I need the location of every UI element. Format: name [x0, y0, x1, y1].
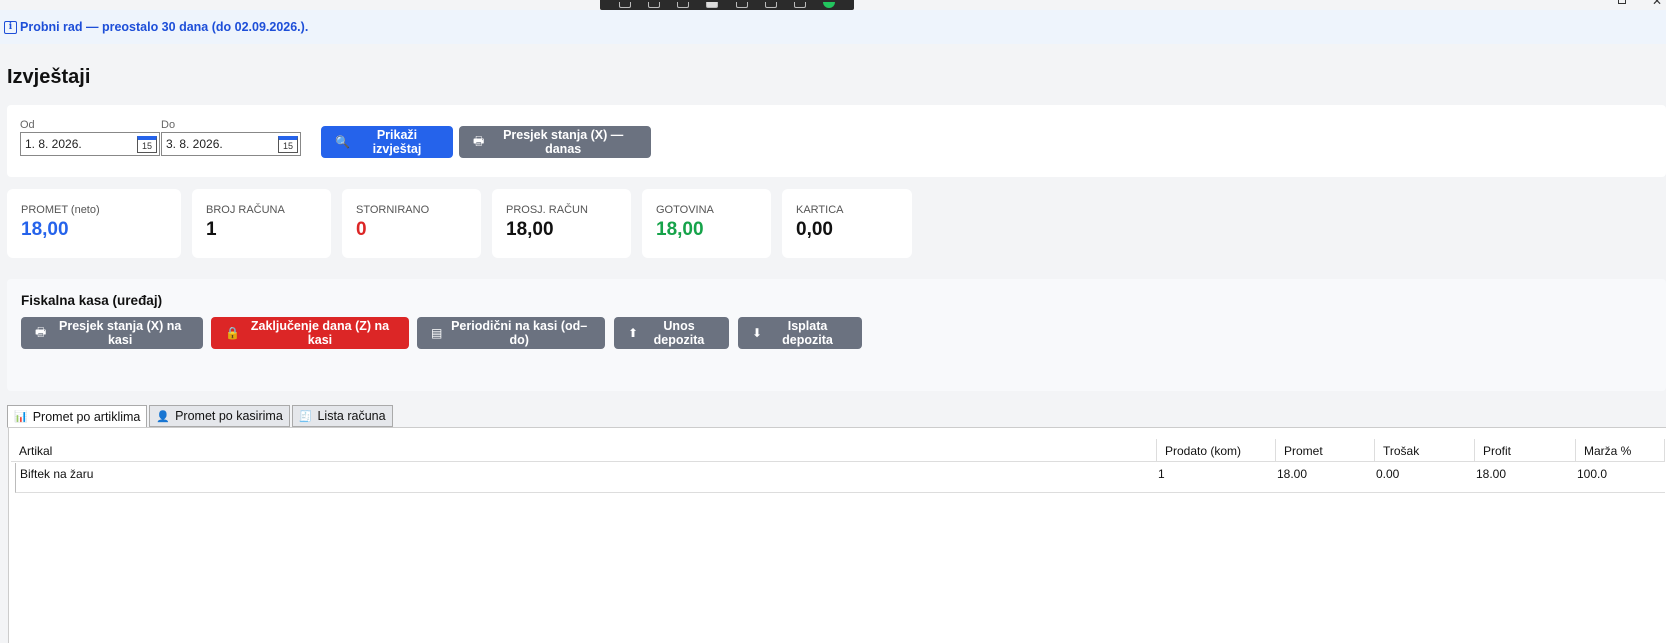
deposit-out-button[interactable]: ⬇ Isplata depozita: [738, 317, 862, 349]
capture-tool-icon[interactable]: [647, 2, 660, 8]
stat-value: 18,00: [656, 219, 704, 240]
column-header-prodato[interactable]: Prodato (kom): [1157, 439, 1276, 462]
stat-label: KARTICA: [796, 204, 844, 216]
arrow-up-icon: ⬆: [628, 326, 639, 340]
capture-tool-icon[interactable]: [735, 2, 748, 8]
periodic-report-device-button[interactable]: ▤ Periodični na kasi (od–do): [417, 317, 605, 349]
deposit-in-button[interactable]: ⬆ Unos depozita: [614, 317, 729, 349]
column-header-artikal[interactable]: Artikal: [11, 439, 1157, 462]
x-report-today-label: Presjek stanja (X) — danas: [503, 128, 624, 156]
window-restore-icon[interactable]: [1618, 0, 1626, 4]
cell-promet: 18.00: [1277, 467, 1308, 481]
cell-trosak: 0.00: [1376, 467, 1400, 481]
z-report-device-button[interactable]: 🔒 Zaključenje dana (Z) na kasi: [211, 317, 409, 349]
window-close-icon[interactable]: ✕: [1652, 0, 1662, 8]
stat-label: GOTOVINA: [656, 204, 714, 216]
trial-banner: i Probni rad — preostalo 30 dana (do 02.…: [0, 10, 1666, 44]
tab-promet-po-kasirima[interactable]: 👤 Promet po kasirima: [149, 405, 290, 427]
deposit-in-label: Unos depozita: [653, 319, 705, 347]
capture-tool-icon[interactable]: [764, 2, 777, 8]
lock-icon: 🔒: [225, 326, 240, 340]
stat-label: BROJ RAČUNA: [206, 204, 285, 216]
z-report-device-label: Zaključenje dana (Z) na kasi: [250, 319, 390, 347]
date-to-group: Do 3. 8. 2026. 15: [161, 119, 301, 156]
stat-card-promet: PROMET (neto) 18,00: [7, 189, 181, 258]
stat-card-broj-racuna: BROJ RAČUNA 1: [192, 189, 331, 258]
stat-card-gotovina: GOTOVINA 18,00: [642, 189, 771, 258]
tab-lista-racuna[interactable]: 🧾 Lista računa: [291, 405, 393, 427]
show-report-button[interactable]: 🔍 Prikaži izvještaj: [321, 126, 453, 158]
column-header-trosak[interactable]: Trošak: [1375, 439, 1475, 462]
search-icon: 🔍: [335, 135, 350, 149]
person-icon: 👤: [156, 410, 171, 423]
tab-label: Promet po artiklima: [32, 409, 141, 424]
articles-grid[interactable]: Artikal Prodato (kom) Promet Trošak Prof…: [8, 427, 1666, 643]
arrow-down-icon: ⬇: [752, 326, 763, 340]
column-header-profit[interactable]: Profit: [1475, 439, 1576, 462]
tab-label: Lista računa: [317, 409, 386, 423]
column-header-promet[interactable]: Promet: [1276, 439, 1375, 462]
stat-card-kartica: KARTICA 0,00: [782, 189, 912, 258]
capture-tool-icon[interactable]: [794, 2, 807, 8]
stat-label: STORNIRANO: [356, 204, 430, 216]
column-header-marza[interactable]: Marža %: [1576, 439, 1665, 462]
tab-label: Promet po kasirima: [175, 409, 283, 423]
table-row[interactable]: Biftek na žaru 1 18.00 0.00 18.00 100.0: [15, 463, 1665, 493]
stat-value: 1: [206, 219, 217, 240]
x-report-device-button[interactable]: 🖶 Presjek stanja (X) na kasi: [21, 317, 203, 349]
calendar-icon[interactable]: 15: [137, 135, 157, 153]
info-icon: i: [4, 20, 17, 34]
trial-banner-text: Probni rad — preostalo 30 dana (do 02.09…: [20, 20, 309, 34]
grid-header: Artikal Prodato (kom) Promet Trošak Prof…: [11, 439, 1665, 462]
fiscal-panel-title: Fiskalna kasa (uređaj): [21, 293, 163, 308]
printer-icon: 🖶: [473, 133, 485, 148]
page-title: Izvještaji: [7, 66, 91, 88]
stat-value: 18,00: [21, 219, 69, 240]
date-from-group: Od 1. 8. 2026. 15: [20, 119, 160, 156]
date-from-label: Od: [20, 119, 35, 131]
filter-panel: Od 1. 8. 2026. 15 Do 3. 8. 2026. 15 🔍 Pr…: [7, 105, 1666, 177]
cell-artikal: Biftek na žaru: [20, 467, 94, 481]
date-to-value: 3. 8. 2026.: [166, 137, 223, 151]
receipt-icon: 🧾: [298, 410, 313, 423]
date-from-value: 1. 8. 2026.: [25, 137, 82, 151]
tab-promet-po-artiklima[interactable]: 📊 Promet po artiklima: [7, 405, 148, 428]
capture-tool-icon[interactable]: [706, 2, 719, 8]
capture-status-icon[interactable]: [823, 2, 836, 8]
stat-card-stornirano: STORNIRANO 0: [342, 189, 481, 258]
report-icon: ▤: [431, 326, 443, 340]
stat-value: 0,00: [796, 219, 833, 240]
show-report-label: Prikaži izvještaj: [372, 128, 422, 156]
capture-tool-icon[interactable]: [618, 2, 631, 8]
stat-value: 0: [356, 219, 367, 240]
screen-capture-toolbar[interactable]: [600, 0, 854, 10]
stat-label: PROMET (neto): [21, 204, 100, 216]
cell-marza: 100.0: [1577, 467, 1608, 481]
fiscal-panel: Fiskalna kasa (uređaj) 🖶 Presjek stanja …: [7, 279, 1666, 391]
periodic-report-device-label: Periodični na kasi (od–do): [451, 319, 588, 347]
deposit-out-label: Isplata depozita: [782, 319, 833, 347]
cell-prodato: 1: [1158, 467, 1165, 481]
stat-label: PROSJ. RAČUN: [506, 204, 588, 216]
report-tabs: 📊 Promet po artiklima 👤 Promet po kasiri…: [7, 405, 393, 428]
printer-icon: 🖶: [35, 324, 47, 339]
capture-tool-icon[interactable]: [677, 2, 690, 8]
cell-profit: 18.00: [1476, 467, 1507, 481]
x-report-today-button[interactable]: 🖶 Presjek stanja (X) — danas: [459, 126, 651, 158]
date-to-label: Do: [161, 119, 176, 131]
date-from-picker[interactable]: 1. 8. 2026. 15: [20, 132, 160, 156]
stat-value: 18,00: [506, 219, 554, 240]
date-to-picker[interactable]: 3. 8. 2026. 15: [161, 132, 301, 156]
bar-chart-icon: 📊: [14, 411, 28, 423]
x-report-device-label: Presjek stanja (X) na kasi: [59, 319, 182, 347]
calendar-icon[interactable]: 15: [278, 135, 298, 153]
stat-card-prosj-racun: PROSJ. RAČUN 18,00: [492, 189, 631, 258]
